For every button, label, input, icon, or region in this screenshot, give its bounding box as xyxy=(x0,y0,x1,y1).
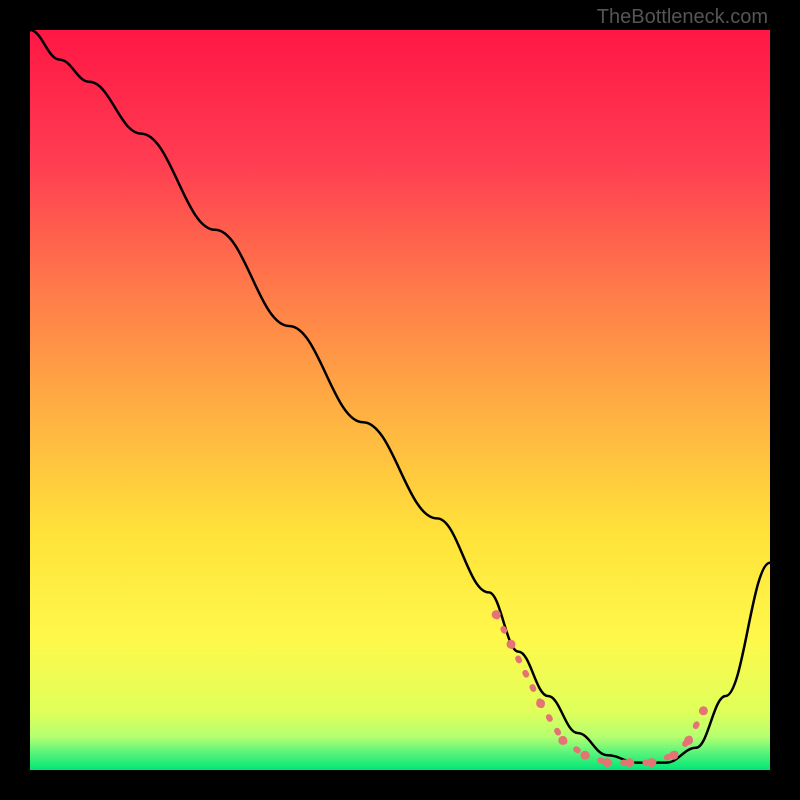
marker-dot xyxy=(684,736,693,745)
bottleneck-curve xyxy=(30,30,770,763)
marker-dot xyxy=(603,758,612,767)
marker-dot xyxy=(507,640,516,649)
marker-dot xyxy=(625,758,634,767)
marker-dot xyxy=(558,736,567,745)
marker-dot xyxy=(492,610,501,619)
marker-dash xyxy=(511,644,541,703)
marker-dot xyxy=(536,699,545,708)
marker-dots xyxy=(492,610,708,767)
attribution-text: TheBottleneck.com xyxy=(597,6,768,29)
marker-dot xyxy=(669,751,678,760)
marker-dot xyxy=(699,706,708,715)
marker-dot xyxy=(581,751,590,760)
marker-dash xyxy=(689,711,704,741)
marker-dot xyxy=(647,758,656,767)
curve-layer xyxy=(30,30,770,770)
plot-area xyxy=(30,30,770,770)
